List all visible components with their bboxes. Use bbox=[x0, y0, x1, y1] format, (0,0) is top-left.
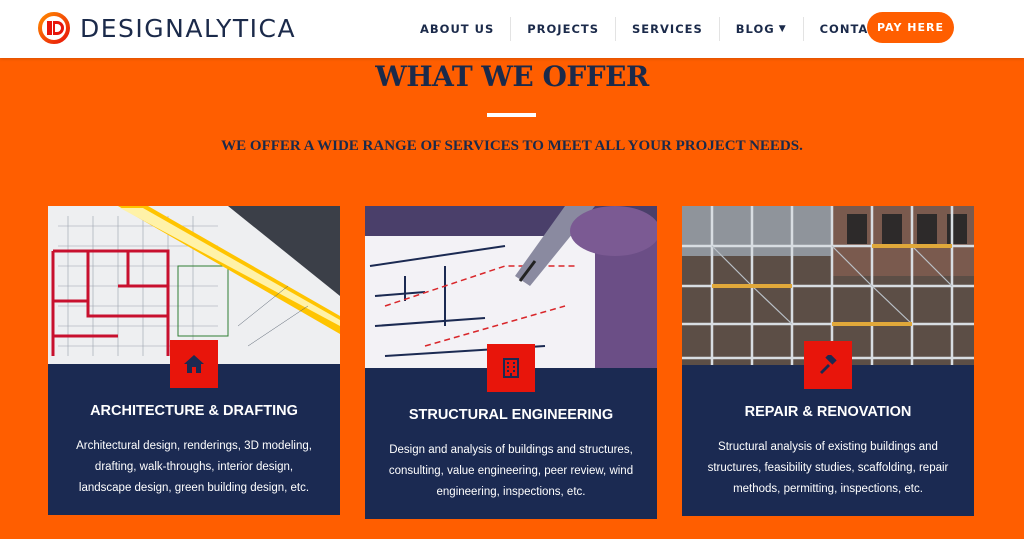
card-icon-box bbox=[804, 341, 852, 389]
nav-projects[interactable]: PROJECTS bbox=[511, 17, 617, 41]
card-icon-box bbox=[487, 344, 535, 392]
desc-line: Design and analysis of buildings and str… bbox=[389, 444, 633, 456]
nav-services[interactable]: SERVICES bbox=[616, 17, 720, 41]
chevron-down-icon: ▼ bbox=[778, 24, 787, 34]
card-title: ARCHITECTURE & DRAFTING bbox=[90, 403, 298, 419]
hammer-icon bbox=[820, 355, 837, 374]
service-card-architecture[interactable]: ARCHITECTURE & DRAFTING Architectural de… bbox=[48, 206, 340, 515]
desc-line: methods, permitting, inspections, etc. bbox=[733, 483, 923, 495]
card-description: Design and analysis of buildings and str… bbox=[387, 440, 635, 503]
card-title: REPAIR & RENOVATION bbox=[744, 404, 912, 420]
section-title: WHAT WE OFFER bbox=[375, 60, 649, 93]
main-nav: ABOUT US PROJECTS SERVICES BLOG ▼ CONTAC… bbox=[404, 0, 904, 58]
card-description: Architectural design, renderings, 3D mod… bbox=[70, 436, 318, 499]
desc-line: landscape design, green building design,… bbox=[78, 482, 310, 494]
service-card-repair[interactable]: REPAIR & RENOVATION Structural analysis … bbox=[682, 206, 974, 516]
nav-blog-label: BLOG bbox=[735, 22, 775, 36]
site-header: DESIGNALYTICA ABOUT US PROJECTS SERVICES… bbox=[0, 0, 1024, 58]
desc-line: structures, feasibility studies, scaffol… bbox=[707, 462, 949, 474]
desc-line: Architectural design, renderings, 3D mod… bbox=[76, 440, 312, 452]
logo-mark-icon bbox=[38, 12, 74, 44]
desc-line: engineering, inspections, etc. bbox=[436, 486, 586, 498]
home-icon bbox=[184, 355, 204, 373]
card-description: Structural analysis of existing building… bbox=[704, 437, 952, 500]
card-title: STRUCTURAL ENGINEERING bbox=[408, 407, 614, 423]
title-underline bbox=[487, 113, 536, 117]
nav-about-us[interactable]: ABOUT US bbox=[404, 17, 512, 41]
service-card-structural[interactable]: STRUCTURAL ENGINEERING Design and analys… bbox=[365, 206, 657, 519]
pay-here-button[interactable]: PAY HERE bbox=[867, 12, 954, 43]
desc-line: drafting, walk-throughs, interior design… bbox=[94, 461, 294, 473]
desc-line: Structural analysis of existing building… bbox=[718, 441, 938, 453]
nav-blog[interactable]: BLOG ▼ bbox=[720, 17, 804, 41]
brand-name: DESIGNALYTICA bbox=[80, 13, 297, 43]
desc-line: consulting, value engineering, peer revi… bbox=[388, 465, 634, 477]
building-icon bbox=[503, 358, 519, 378]
logo[interactable]: DESIGNALYTICA bbox=[38, 12, 296, 44]
section-subtitle: WE OFFER A WIDE RANGE OF SERVICES TO MEE… bbox=[221, 138, 803, 154]
card-icon-box bbox=[170, 340, 218, 388]
